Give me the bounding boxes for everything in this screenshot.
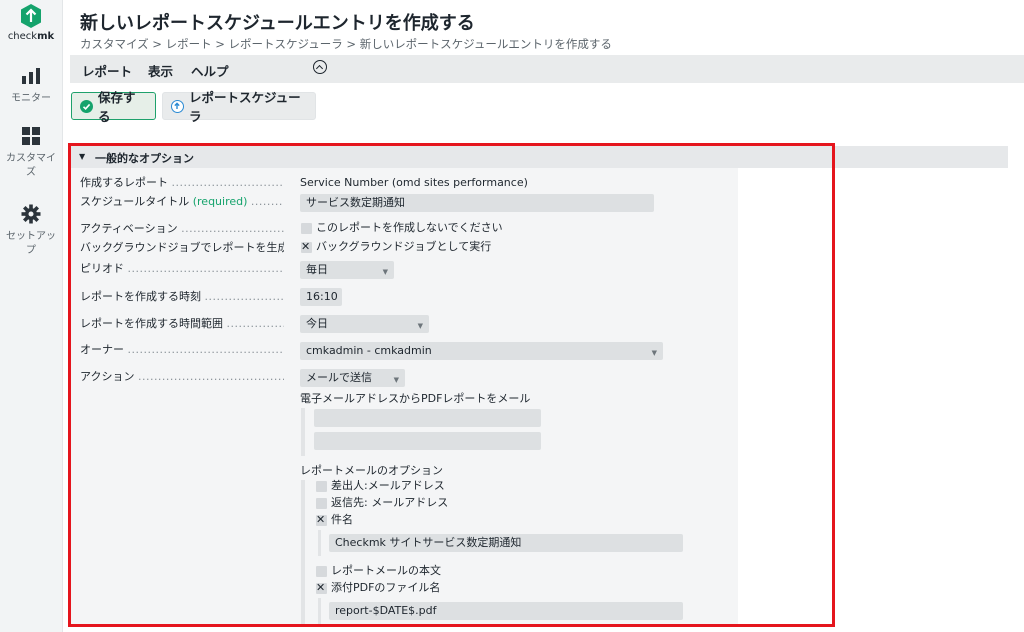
- menu-item-help[interactable]: ヘルプ: [191, 61, 229, 80]
- sidebar: checkmk モニター カスタマイズ セットアップ: [0, 0, 63, 632]
- bar-chart-icon: [22, 68, 40, 84]
- gear-icon: [21, 204, 41, 224]
- grid-icon: [22, 127, 40, 145]
- sidebar-item-label: セットアップ: [6, 231, 56, 256]
- menu-bar: レポート 表示 ヘルプ: [70, 55, 1024, 83]
- checkmk-logo-icon: [21, 4, 41, 28]
- sidebar-item-monitor[interactable]: モニター: [0, 66, 62, 106]
- sidebar-item-label: モニター: [11, 93, 51, 104]
- report-scheduler-button[interactable]: レポートスケジューラ: [162, 90, 316, 124]
- menu-item-view[interactable]: 表示: [148, 61, 173, 80]
- page-title: 新しいレポートスケジュールエントリを作成する: [80, 13, 475, 34]
- arrow-up-circle-icon: [171, 99, 184, 113]
- menu-item-report[interactable]: レポート: [82, 61, 132, 80]
- logo-text: checkmk: [7, 31, 55, 42]
- report-scheduler-button-label: レポートスケジューラ: [189, 90, 301, 124]
- checkmk-logo[interactable]: checkmk: [0, 4, 62, 42]
- sidebar-item-setup[interactable]: セットアップ: [0, 204, 62, 258]
- collapse-menu-icon[interactable]: [313, 60, 327, 74]
- sidebar-item-customize[interactable]: カスタマイズ: [0, 126, 62, 180]
- save-button-label: 保存する: [98, 90, 136, 124]
- breadcrumb: カスタマイズ > レポート > レポートスケジューラ > 新しいレポートスケジュ…: [80, 37, 612, 51]
- save-button[interactable]: 保存する: [71, 90, 156, 124]
- sidebar-item-label: カスタマイズ: [6, 153, 56, 178]
- highlight-box: [68, 143, 835, 627]
- check-circle-icon: [80, 99, 93, 113]
